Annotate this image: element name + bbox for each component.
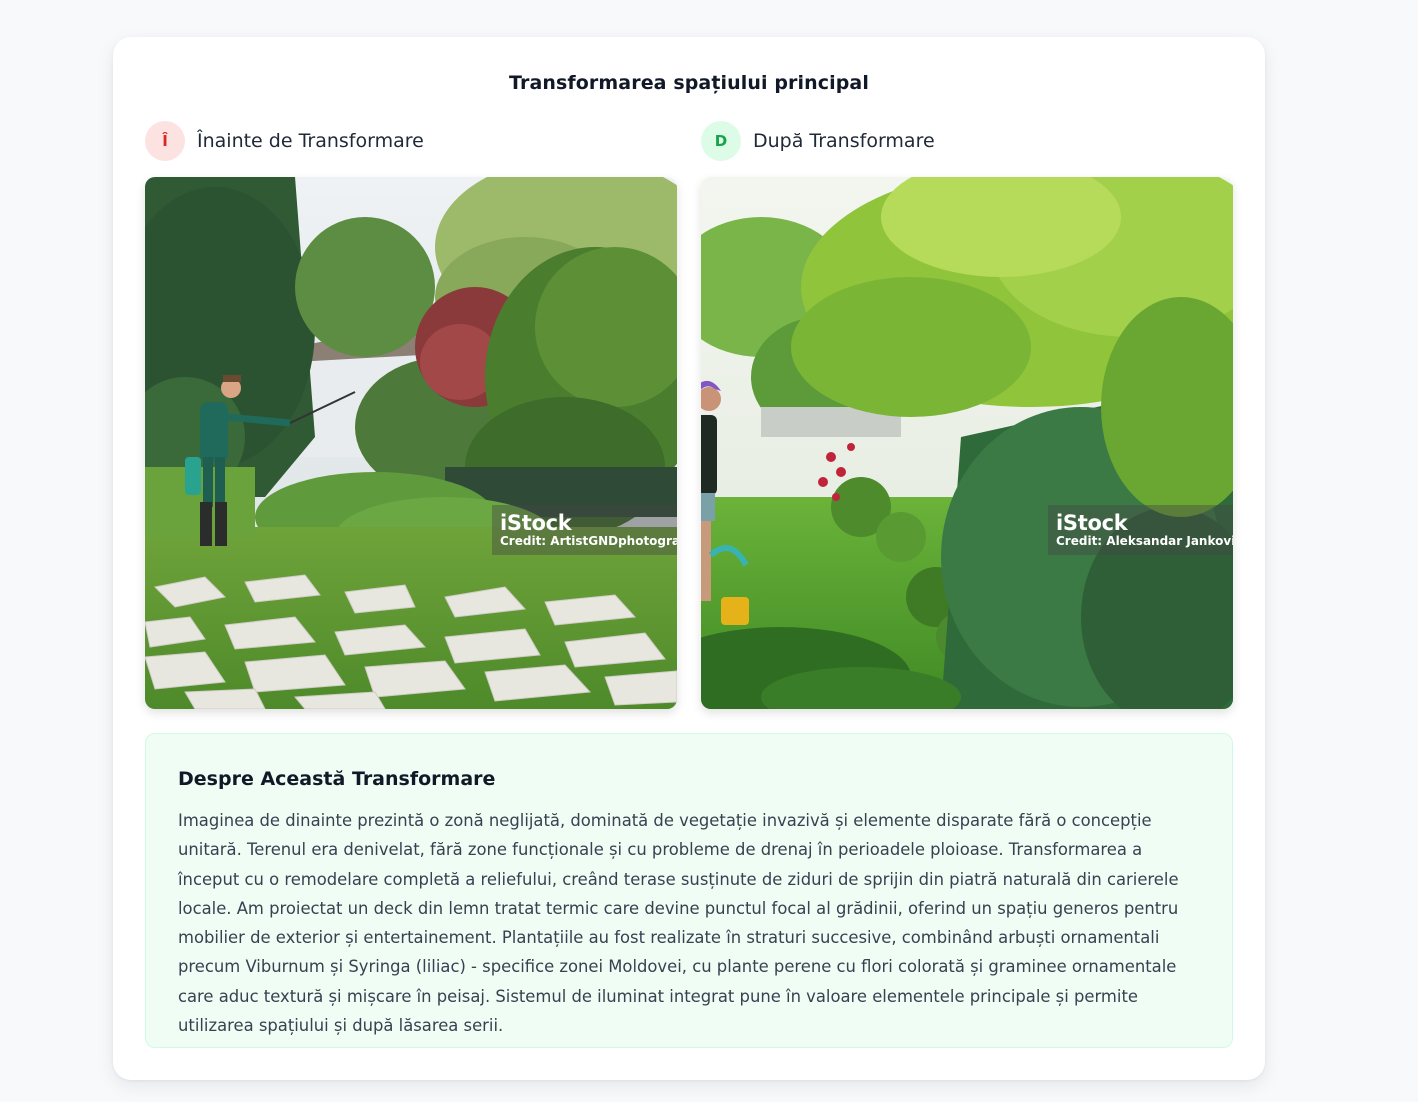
after-header: D După Transformare xyxy=(701,121,935,161)
after-label: După Transformare xyxy=(753,130,935,152)
before-watermark: iStock Credit: ArtistGNDphotography xyxy=(492,505,677,555)
after-garden-image xyxy=(701,177,1233,709)
before-watermark-brand: iStock xyxy=(500,511,572,535)
after-photo[interactable]: iStock Credit: Aleksandar Jankovic xyxy=(701,177,1233,709)
after-watermark-brand: iStock xyxy=(1056,511,1128,535)
about-transformation-panel: Despre Această Transformare Imaginea de … xyxy=(145,733,1233,1048)
before-badge: Î xyxy=(145,121,185,161)
section-title: Transformarea spațiului principal xyxy=(509,72,869,94)
after-watermark-credit: Credit: Aleksandar Jankovic xyxy=(1056,534,1233,548)
before-label: Înainte de Transformare xyxy=(197,130,424,152)
before-header: Î Înainte de Transformare xyxy=(145,121,424,161)
before-photo[interactable]: iStock Credit: ArtistGNDphotography xyxy=(145,177,677,709)
after-badge: D xyxy=(701,121,741,161)
about-title: Despre Această Transformare xyxy=(178,768,496,790)
about-body: Imaginea de dinainte prezintă o zonă neg… xyxy=(178,811,1179,1036)
before-watermark-credit: Credit: ArtistGNDphotography xyxy=(500,534,677,548)
before-garden-image xyxy=(145,177,677,709)
transformation-card: Transformarea spațiului principal Î Înai… xyxy=(113,37,1265,1080)
after-watermark: iStock Credit: Aleksandar Jankovic xyxy=(1048,505,1233,555)
